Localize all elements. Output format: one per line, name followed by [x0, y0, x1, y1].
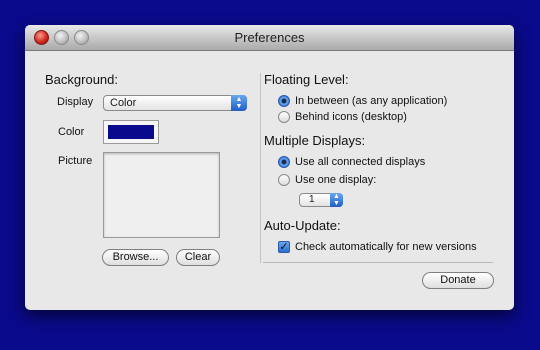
- color-label: Color: [58, 126, 85, 138]
- bottom-divider: [263, 262, 493, 263]
- floating-level-heading: Floating Level:: [264, 72, 349, 87]
- radio-in-between-label: In between (as any application): [295, 95, 448, 107]
- radio-one-display[interactable]: [278, 174, 290, 186]
- preferences-window: Preferences Background: Display Color ▲ ▼…: [25, 25, 514, 310]
- radio-one-display-label: Use one display:: [295, 174, 377, 186]
- select-arrows-icon: ▲ ▼: [231, 95, 247, 111]
- window-title: Preferences: [234, 30, 305, 45]
- radio-all-displays[interactable]: [278, 156, 290, 168]
- background-heading: Background:: [45, 72, 118, 87]
- title-bar[interactable]: Preferences: [25, 25, 514, 51]
- select-arrows-icon: ▲ ▼: [330, 193, 343, 207]
- auto-update-label: Check automatically for new versions: [295, 241, 477, 253]
- radio-all-displays-label: Use all connected displays: [295, 156, 426, 168]
- radio-behind-icons[interactable]: [278, 111, 290, 123]
- donate-button[interactable]: Donate: [422, 272, 494, 289]
- color-swatch: [108, 125, 154, 139]
- display-label: Display: [57, 96, 94, 108]
- display-number-select[interactable]: 1 ▲ ▼: [299, 193, 343, 207]
- browse-button[interactable]: Browse...: [102, 249, 169, 266]
- multiple-displays-heading: Multiple Displays:: [264, 133, 366, 148]
- display-select[interactable]: Color ▲ ▼: [103, 95, 247, 111]
- radio-in-between[interactable]: [278, 95, 290, 107]
- column-divider: [260, 73, 261, 263]
- auto-update-checkbox[interactable]: ✓: [278, 241, 290, 253]
- picture-drop-well[interactable]: [103, 152, 220, 238]
- display-select-value: Color: [110, 97, 137, 109]
- clear-button[interactable]: Clear: [176, 249, 220, 266]
- color-well[interactable]: [103, 120, 159, 144]
- display-number-value: 1: [309, 194, 315, 205]
- picture-label: Picture: [58, 155, 93, 167]
- radio-behind-icons-label: Behind icons (desktop): [295, 111, 407, 123]
- auto-update-heading: Auto-Update:: [264, 218, 341, 233]
